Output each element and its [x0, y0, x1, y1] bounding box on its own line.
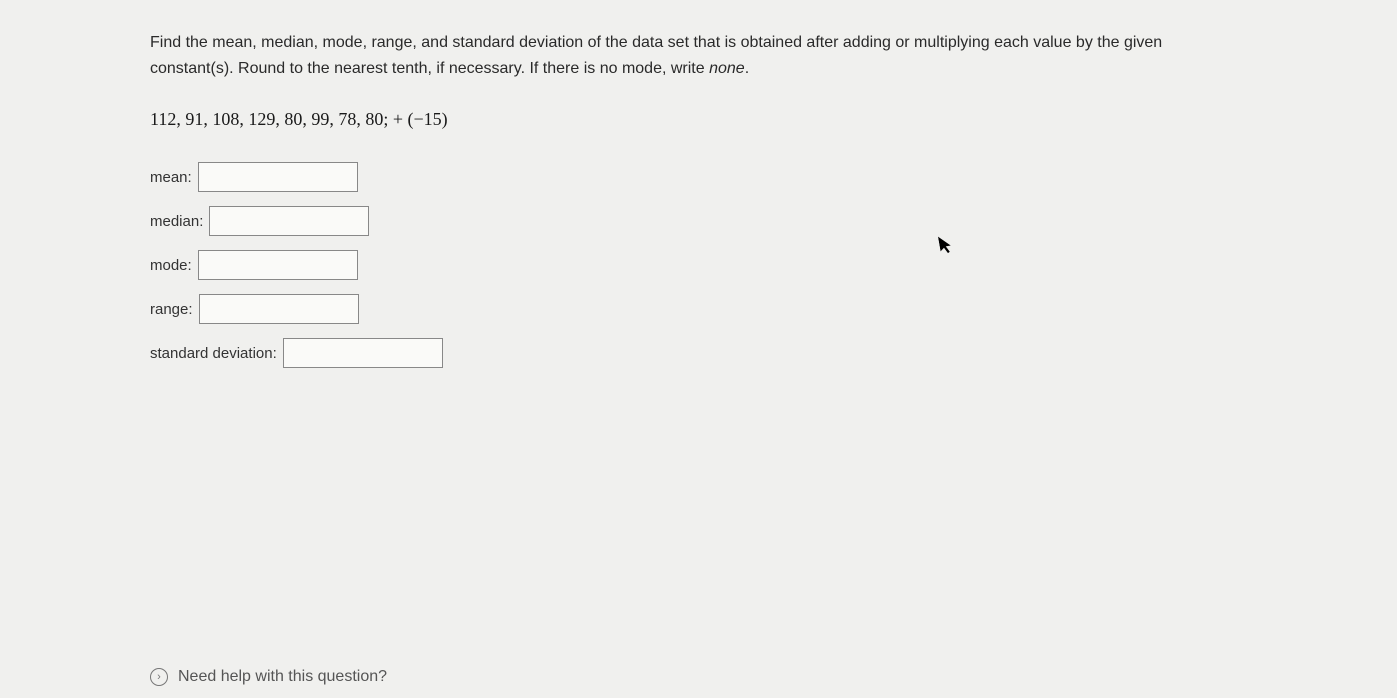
- median-row: median:: [150, 206, 1247, 236]
- chevron-right-icon: ›: [150, 668, 168, 686]
- instructions-italic: none: [709, 60, 745, 77]
- median-label: median:: [150, 213, 203, 230]
- help-link[interactable]: › Need help with this question?: [150, 668, 387, 686]
- range-input[interactable]: [199, 294, 359, 324]
- help-text: Need help with this question?: [178, 668, 387, 686]
- mode-label: mode:: [150, 257, 192, 274]
- std-dev-input[interactable]: [283, 338, 443, 368]
- mode-input[interactable]: [198, 250, 358, 280]
- question-instructions: Find the mean, median, mode, range, and …: [150, 30, 1247, 81]
- cursor-icon: [938, 234, 958, 261]
- std-dev-row: standard deviation:: [150, 338, 1247, 368]
- mean-label: mean:: [150, 169, 192, 186]
- range-row: range:: [150, 294, 1247, 324]
- mode-row: mode:: [150, 250, 1247, 280]
- mean-row: mean:: [150, 162, 1247, 192]
- instructions-text-1: Find the mean, median, mode, range, and …: [150, 34, 1162, 77]
- std-dev-label: standard deviation:: [150, 345, 277, 362]
- range-label: range:: [150, 301, 193, 318]
- data-set-display: 112, 91, 108, 129, 80, 99, 78, 80; + (−1…: [150, 109, 1247, 130]
- mean-input[interactable]: [198, 162, 358, 192]
- median-input[interactable]: [209, 206, 369, 236]
- instructions-text-2: .: [745, 60, 749, 77]
